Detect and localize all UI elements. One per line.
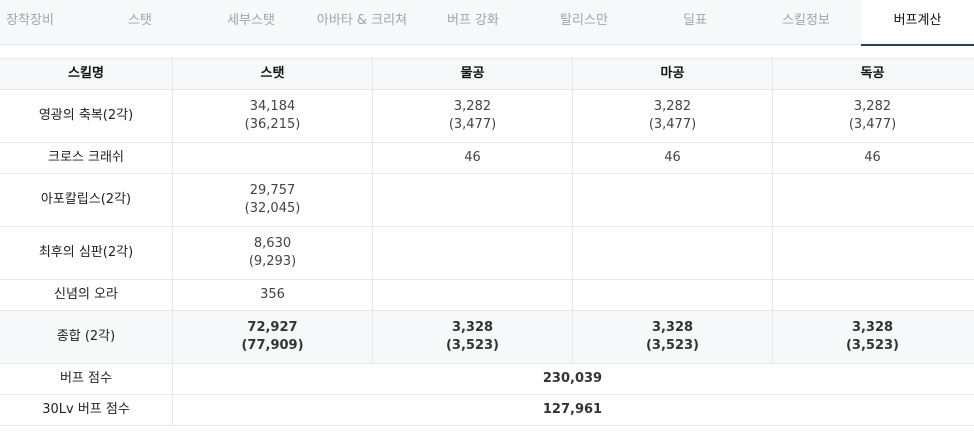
header-skill-name: 스킬명	[68, 66, 104, 81]
table-row: 신념의 오라 356	[0, 280, 974, 311]
skill-name: 영광의 축복(2각)	[38, 108, 134, 123]
table-row: 아포칼립스(2각) 29,757 (32,045)	[0, 174, 974, 227]
buff-score-30lv-label: 30Lv 버프 점수	[42, 402, 130, 417]
stat-total-cell: 72,927 (77,909)	[172, 311, 372, 363]
tab-detail-stats[interactable]: 세부스탯	[206, 0, 296, 45]
value: 3,328	[651, 320, 694, 335]
value-2awaken: (3,477)	[848, 117, 897, 132]
value: 34,184	[249, 99, 296, 114]
buff-score-30lv-value: 127,961	[172, 395, 972, 425]
tab-bar: 장착장비 스탯 세부스탯 아바타 & 크리쳐 버프 강화 탈리스만 딜표 스킬정…	[0, 0, 974, 46]
skill-name: 최후의 심판(2각)	[38, 245, 134, 260]
buff-score-value: 230,039	[172, 364, 972, 394]
value: 3,328	[451, 320, 494, 335]
value-2awaken: (77,909)	[241, 338, 304, 353]
ind-atk-cell	[772, 227, 972, 279]
value: 3,328	[851, 320, 894, 335]
tab-talisman[interactable]: 탈리스만	[540, 0, 628, 45]
value: 3,282	[453, 99, 492, 114]
header-mag-atk: 마공	[572, 59, 772, 89]
mag-atk-cell	[572, 174, 772, 226]
phys-atk-cell: 46	[372, 143, 572, 173]
mag-atk-cell: 3,282 (3,477)	[572, 90, 772, 142]
value: 46	[864, 150, 881, 165]
skill-name: 신념의 오라	[54, 287, 118, 302]
header-phys-atk: 물공	[372, 59, 572, 89]
value-2awaken: (9,293)	[248, 254, 297, 269]
mag-atk-cell	[572, 227, 772, 279]
skill-name: 크로스 크래쉬	[48, 150, 124, 165]
value-2awaken: (3,477)	[448, 117, 497, 132]
table-row: 최후의 심판(2각) 8,630 (9,293)	[0, 227, 974, 280]
buff-score-30lv-row: 30Lv 버프 점수 127,961	[0, 395, 974, 426]
tab-avatar-creature[interactable]: 아바타 & 크리쳐	[310, 0, 414, 45]
ind-atk-cell	[772, 174, 972, 226]
value: 46	[464, 150, 481, 165]
buff-score-label: 버프 점수	[60, 371, 112, 386]
value: 3,282	[653, 99, 692, 114]
tab-equipment[interactable]: 장착장비	[0, 0, 66, 45]
mag-atk-cell: 46	[572, 143, 772, 173]
value: 3,282	[853, 99, 892, 114]
header-ind-atk: 독공	[772, 59, 972, 89]
value: 29,757	[249, 183, 296, 198]
header-stat: 스탯	[172, 59, 372, 89]
ind-atk-cell: 46	[772, 143, 972, 173]
phys-atk-cell	[372, 227, 572, 279]
skill-name: 아포칼립스(2각)	[40, 192, 132, 207]
value: 72,927	[247, 320, 298, 335]
value: 46	[664, 150, 681, 165]
ind-atk-total-cell: 3,328 (3,523)	[772, 311, 972, 363]
value-2awaken: (3,523)	[645, 338, 699, 353]
tab-stats[interactable]: 스탯	[100, 0, 180, 45]
stat-cell: 356	[172, 280, 372, 310]
value-2awaken: (36,215)	[244, 117, 301, 132]
phys-atk-total-cell: 3,328 (3,523)	[372, 311, 572, 363]
tab-skill-info[interactable]: 스킬정보	[762, 0, 850, 45]
phys-atk-cell	[372, 280, 572, 310]
tab-buff-calc[interactable]: 버프계산	[861, 0, 974, 46]
buff-score-row: 버프 점수 230,039	[0, 364, 974, 395]
mag-atk-total-cell: 3,328 (3,523)	[572, 311, 772, 363]
stat-cell: 29,757 (32,045)	[172, 174, 372, 226]
stat-cell: 8,630 (9,293)	[172, 227, 372, 279]
value-2awaken: (3,523)	[845, 338, 899, 353]
total-label: 종합 (2각)	[56, 329, 116, 344]
total-row: 종합 (2각) 72,927 (77,909) 3,328 (3,523) 3,32…	[0, 311, 974, 364]
stat-cell: 34,184 (36,215)	[172, 90, 372, 142]
ind-atk-cell	[772, 280, 972, 310]
stat-cell	[172, 143, 372, 173]
value-2awaken: (3,523)	[445, 338, 499, 353]
table-header-row: 스킬명 스탯 물공 마공 독공	[0, 58, 974, 90]
table-row: 영광의 축복(2각) 34,184 (36,215) 3,282 (3,477) 3…	[0, 90, 974, 143]
value: 8,630	[253, 236, 292, 251]
tab-buff-enhance[interactable]: 버프 강화	[432, 0, 514, 45]
mag-atk-cell	[572, 280, 772, 310]
phys-atk-cell: 3,282 (3,477)	[372, 90, 572, 142]
table-row: 크로스 크래쉬 46 46 46	[0, 143, 974, 174]
ind-atk-cell: 3,282 (3,477)	[772, 90, 972, 142]
phys-atk-cell	[372, 174, 572, 226]
value: 356	[260, 287, 285, 302]
value-2awaken: (3,477)	[648, 117, 697, 132]
tab-deal-table[interactable]: 딜표	[660, 0, 730, 45]
value-2awaken: (32,045)	[244, 201, 301, 216]
